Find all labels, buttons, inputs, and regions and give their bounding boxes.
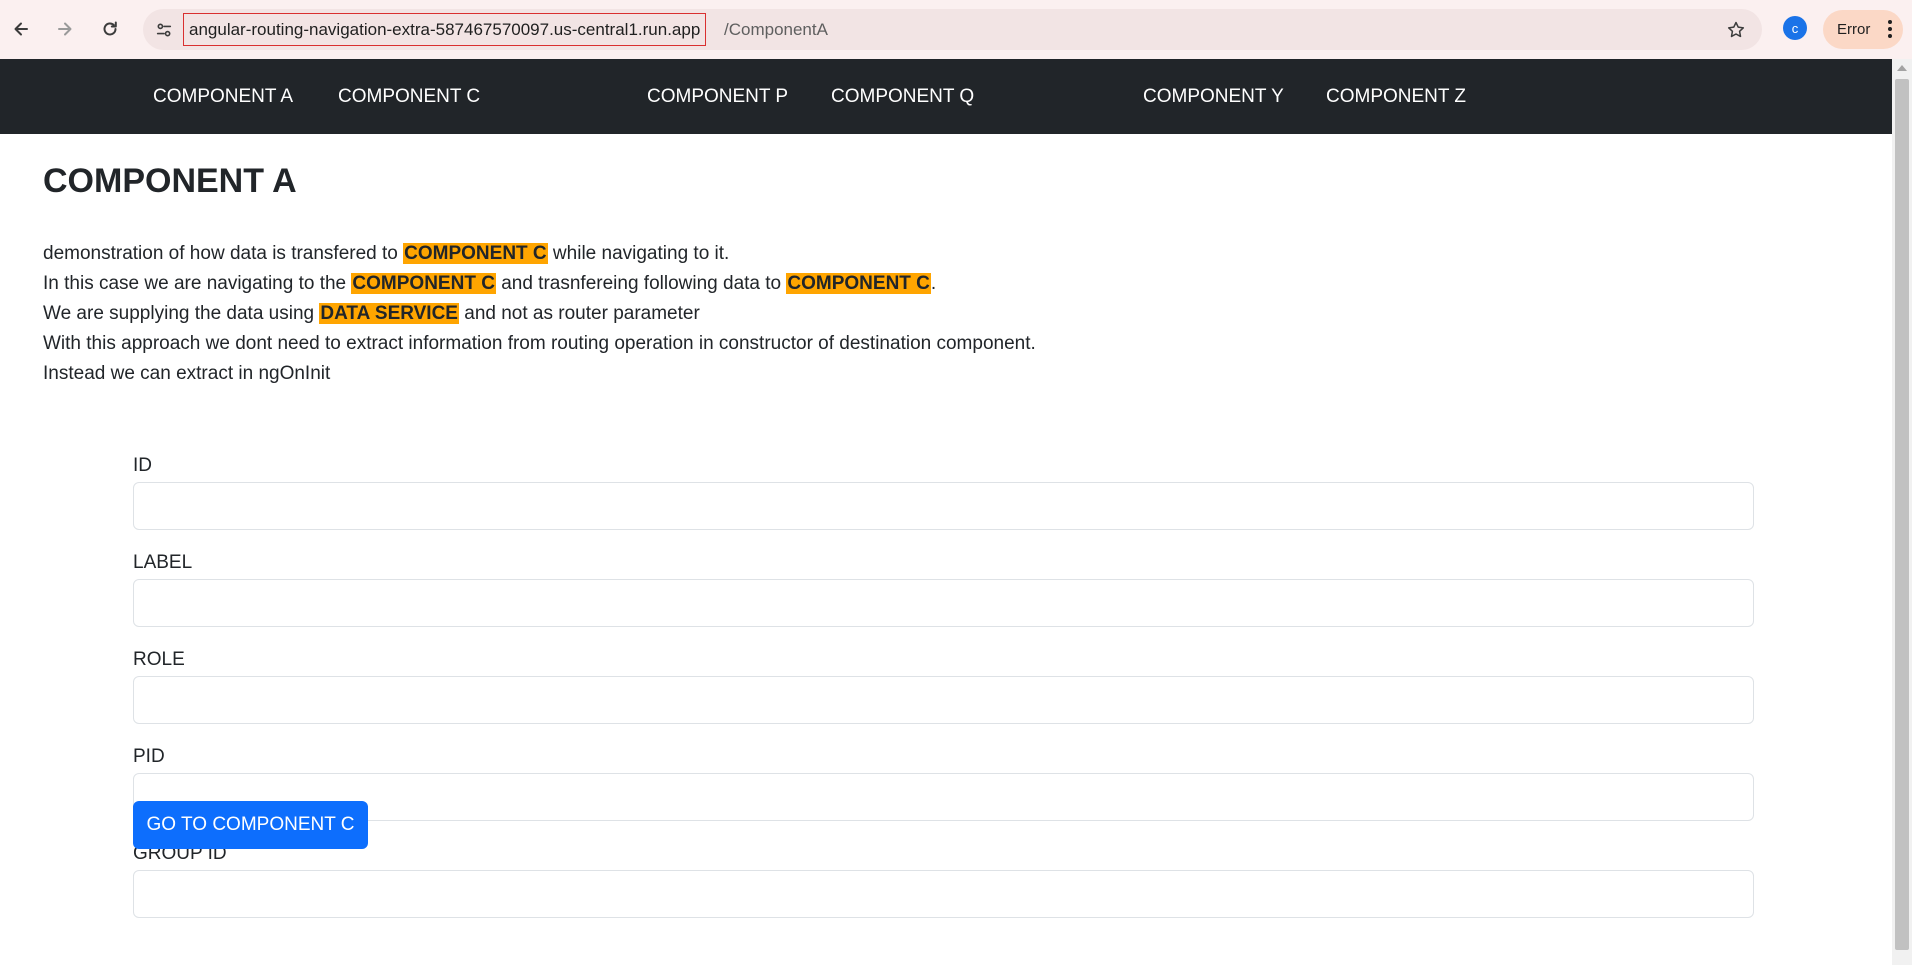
kebab-menu-icon xyxy=(1887,20,1893,38)
reload-icon[interactable] xyxy=(95,14,125,44)
highlight: COMPONENT C xyxy=(786,273,931,294)
field-label: PID xyxy=(133,746,165,767)
highlight: COMPONENT C xyxy=(351,273,496,294)
description-line: Instead we can extract in ngOnInit xyxy=(43,363,331,384)
field-group-id: GROUP ID xyxy=(133,842,1754,918)
nav-component-y[interactable]: COMPONENT Y xyxy=(1143,59,1284,134)
profile-avatar[interactable]: c xyxy=(1783,16,1807,40)
nav-component-a[interactable]: COMPONENT A xyxy=(153,59,293,134)
arrow-left-icon[interactable] xyxy=(6,14,36,44)
description-line: demonstration of how data is transfered … xyxy=(43,243,730,264)
role-input[interactable] xyxy=(133,676,1754,724)
go-to-component-c-button[interactable]: GO TO COMPONENT C xyxy=(133,801,368,849)
tune-icon[interactable] xyxy=(153,19,175,41)
browser-toolbar: angular-routing-navigation-extra-5874675… xyxy=(0,0,1912,59)
group-id-input[interactable] xyxy=(133,870,1754,918)
description-line: In this case we are navigating to the CO… xyxy=(43,273,937,294)
highlight: DATA SERVICE xyxy=(319,303,459,324)
scroll-thumb[interactable] xyxy=(1895,79,1909,950)
arrow-right-icon[interactable] xyxy=(50,14,80,44)
description-line: With this approach we dont need to extra… xyxy=(43,333,1036,354)
field-label: ID xyxy=(133,455,152,476)
field-label: ROLE xyxy=(133,649,185,670)
field-label: LABEL xyxy=(133,552,193,573)
error-menu-button[interactable]: Error xyxy=(1823,10,1903,49)
nav-component-p[interactable]: COMPONENT P xyxy=(647,59,788,134)
address-bar[interactable]: angular-routing-navigation-extra-5874675… xyxy=(143,9,1762,50)
description-line: We are supplying the data using DATA SER… xyxy=(43,303,700,324)
label-input[interactable] xyxy=(133,579,1754,627)
page-scrollbar[interactable] xyxy=(1892,59,1912,965)
field-pid: PID xyxy=(133,745,1754,821)
description: demonstration of how data is transfered … xyxy=(43,239,1036,389)
field-label-group: LABEL xyxy=(133,551,1754,627)
field-role: ROLE xyxy=(133,648,1754,724)
field-label: GROUP ID xyxy=(133,843,227,864)
highlight: COMPONENT C xyxy=(403,243,548,264)
page-title: COMPONENT A xyxy=(43,162,297,200)
url-path[interactable]: /ComponentA xyxy=(724,13,828,46)
field-id: ID xyxy=(133,454,1754,530)
star-icon[interactable] xyxy=(1724,18,1748,42)
app-navbar: COMPONENT A COMPONENT C COMPONENT P COMP… xyxy=(0,59,1892,134)
url-host[interactable]: angular-routing-navigation-extra-5874675… xyxy=(183,13,707,46)
nav-component-c[interactable]: COMPONENT C xyxy=(338,59,480,134)
pid-input[interactable] xyxy=(133,773,1754,821)
nav-component-z[interactable]: COMPONENT Z xyxy=(1326,59,1466,134)
id-input[interactable] xyxy=(133,482,1754,530)
scroll-up-icon[interactable] xyxy=(1897,65,1907,71)
nav-component-q[interactable]: COMPONENT Q xyxy=(831,59,974,134)
error-label: Error xyxy=(1837,21,1871,38)
